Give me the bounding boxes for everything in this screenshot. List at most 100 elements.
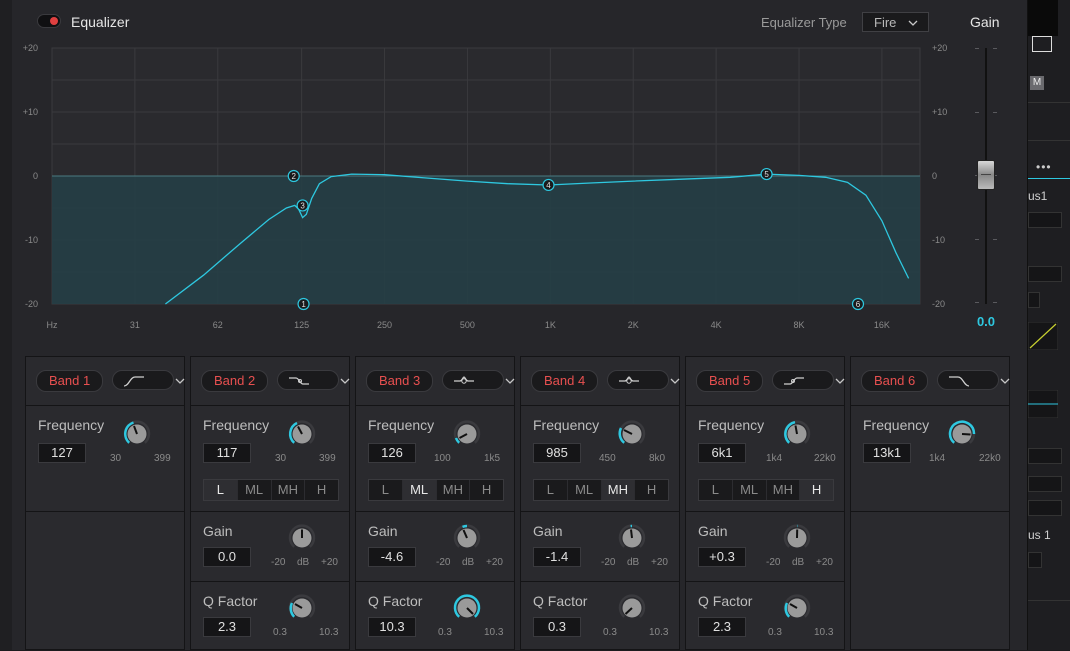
range-h[interactable]: H — [635, 480, 668, 500]
mute-toggle[interactable] — [1028, 552, 1042, 568]
frequency-knob[interactable] — [947, 419, 977, 449]
range-h[interactable]: H — [800, 480, 833, 500]
q-factor-section: Q Factor 0.3 0.3 10.3 — [521, 581, 679, 651]
band-6-shape-dropdown[interactable] — [937, 370, 999, 390]
slider-tick — [975, 302, 979, 303]
send-field[interactable] — [1028, 500, 1062, 516]
gain-knob[interactable] — [452, 523, 482, 553]
more-options-icon[interactable]: ••• — [1036, 160, 1052, 174]
frequency-field[interactable]: 127 — [38, 443, 86, 463]
eq-graph-svg[interactable]: +20+100-10-20+20+100-10-20Hz316212525050… — [0, 36, 960, 336]
frequency-max: 22k0 — [814, 453, 836, 464]
q-factor-knob[interactable] — [452, 593, 482, 623]
gain-slider[interactable] — [975, 44, 997, 306]
equalizer-enable-toggle[interactable] — [37, 14, 61, 28]
range-l[interactable]: L — [369, 480, 403, 500]
x-tick-label: 250 — [377, 320, 392, 330]
frequency-min: 1k4 — [929, 453, 945, 464]
mute-button[interactable]: M — [1030, 76, 1044, 90]
frequency-section: Frequency 117 30 399 L ML MH H — [191, 405, 349, 512]
band-1-toggle[interactable]: Band 1 — [36, 370, 103, 392]
eq-graph[interactable]: +20+100-10-20+20+100-10-20Hz316212525050… — [0, 36, 960, 336]
divider — [1028, 600, 1070, 601]
x-tick-label: 2K — [628, 320, 639, 330]
high-pass-icon — [123, 374, 145, 388]
frequency-knob[interactable] — [617, 419, 647, 449]
y-tick-label-left: +10 — [23, 107, 38, 117]
range-mh[interactable]: MH — [602, 480, 636, 500]
gain-knob[interactable] — [287, 523, 317, 553]
frequency-knob[interactable] — [452, 419, 482, 449]
send-field[interactable] — [1028, 476, 1062, 492]
gain-knob[interactable] — [617, 523, 647, 553]
slider-tick — [993, 239, 997, 240]
gain-label: Gain — [368, 523, 398, 539]
range-ml[interactable]: ML — [403, 480, 437, 500]
band-1-shape-dropdown[interactable] — [112, 370, 174, 390]
frequency-knob[interactable] — [122, 419, 152, 449]
band-header: Band 4 — [521, 357, 679, 406]
q-factor-field[interactable]: 0.3 — [533, 617, 581, 637]
gain-field[interactable]: +0.3 — [698, 547, 746, 567]
gain-field[interactable]: 0.0 — [203, 547, 251, 567]
gain-max: +20 — [321, 557, 338, 568]
q-factor-field[interactable]: 2.3 — [203, 617, 251, 637]
band-6-toggle[interactable]: Band 6 — [861, 370, 928, 392]
x-tick-label: 8K — [794, 320, 805, 330]
gain-slider-handle[interactable] — [977, 160, 995, 190]
band-3-shape-dropdown[interactable] — [442, 370, 504, 390]
band-5-toggle[interactable]: Band 5 — [696, 370, 763, 392]
range-mh[interactable]: MH — [437, 480, 471, 500]
range-ml[interactable]: ML — [238, 480, 272, 500]
screen-icon[interactable] — [1032, 36, 1052, 52]
range-mh[interactable]: MH — [272, 480, 306, 500]
gain-knob[interactable] — [782, 523, 812, 553]
frequency-section: Frequency 6k1 1k4 22k0 L ML MH H — [686, 405, 844, 512]
band-2-toggle[interactable]: Band 2 — [201, 370, 268, 392]
range-ml[interactable]: ML — [568, 480, 602, 500]
frequency-min: 30 — [275, 453, 286, 464]
band-3-toggle[interactable]: Band 3 — [366, 370, 433, 392]
gain-value[interactable]: 0.0 — [968, 314, 1004, 329]
add-field[interactable] — [1028, 266, 1062, 282]
q-factor-knob[interactable] — [782, 593, 812, 623]
bus-field[interactable] — [1028, 212, 1062, 228]
equalizer-type-dropdown[interactable]: Fire — [862, 12, 929, 32]
slider-tick — [993, 302, 997, 303]
range-ml[interactable]: ML — [733, 480, 767, 500]
bell-icon — [618, 374, 640, 388]
frequency-label: Frequency — [203, 417, 269, 433]
gain-field[interactable]: -4.6 — [368, 547, 416, 567]
band-4-toggle[interactable]: Band 4 — [531, 370, 598, 392]
q-factor-knob[interactable] — [287, 593, 317, 623]
slider-tick — [975, 112, 979, 113]
insert-field[interactable] — [1028, 448, 1062, 464]
frequency-field[interactable]: 126 — [368, 443, 416, 463]
range-h[interactable]: H — [470, 480, 503, 500]
band-2-shape-dropdown[interactable] — [277, 370, 339, 390]
range-l[interactable]: L — [534, 480, 568, 500]
band-5-shape-dropdown[interactable] — [772, 370, 834, 390]
frequency-field[interactable]: 6k1 — [698, 443, 746, 463]
frequency-max: 22k0 — [979, 453, 1001, 464]
q-factor-field[interactable]: 2.3 — [698, 617, 746, 637]
range-l[interactable]: L — [204, 480, 238, 500]
equalizer-window: Equalizer Equalizer Type Fire Gain +20+1… — [0, 0, 1028, 650]
range-mh[interactable]: MH — [767, 480, 801, 500]
frequency-field[interactable]: 13k1 — [863, 443, 911, 463]
frequency-knob[interactable] — [782, 419, 812, 449]
small-toggle[interactable] — [1028, 292, 1040, 308]
equalizer-title: Equalizer — [71, 14, 129, 30]
frequency-field[interactable]: 117 — [203, 443, 251, 463]
band-4-shape-dropdown[interactable] — [607, 370, 669, 390]
range-l[interactable]: L — [699, 480, 733, 500]
band-3: Band 3 Frequency 126 100 1k5 L — [355, 356, 515, 650]
frequency-knob[interactable] — [287, 419, 317, 449]
bell-icon — [453, 374, 475, 388]
range-h[interactable]: H — [305, 480, 338, 500]
gain-field[interactable]: -1.4 — [533, 547, 581, 567]
frequency-field[interactable]: 985 — [533, 443, 581, 463]
q-factor-field[interactable]: 10.3 — [368, 617, 416, 637]
q-factor-knob[interactable] — [617, 593, 647, 623]
q-factor-section: Q Factor 2.3 0.3 10.3 — [686, 581, 844, 651]
